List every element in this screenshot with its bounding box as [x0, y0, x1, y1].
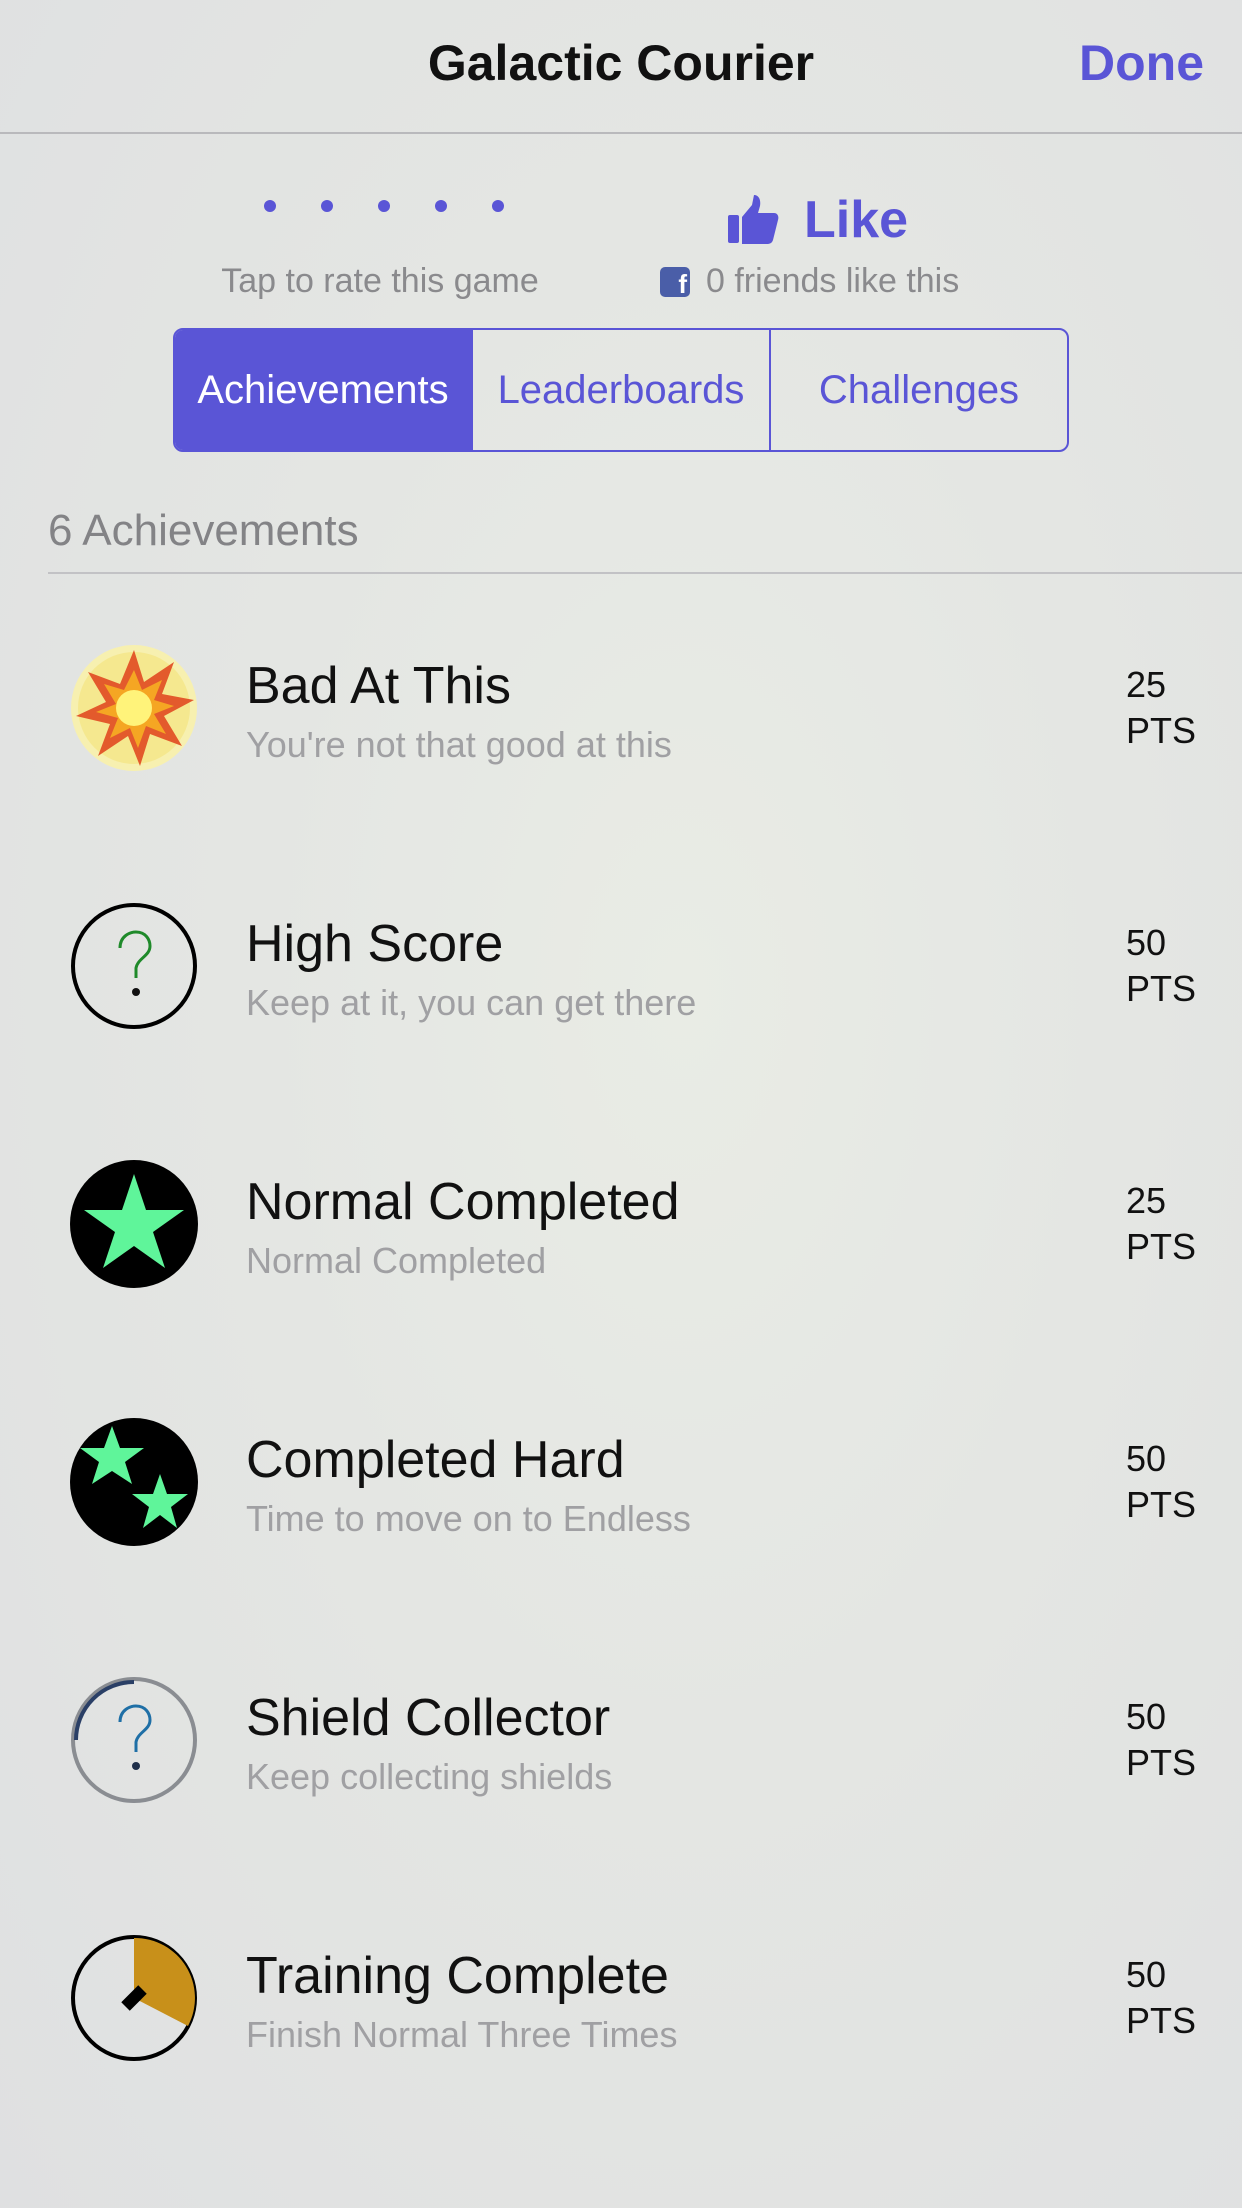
points-unit: PTS — [1126, 1484, 1197, 1525]
points-unit: PTS — [1126, 1226, 1197, 1267]
achievement-description: Keep collecting shields — [246, 1756, 613, 1797]
achievement-points: 50 PTS — [1126, 1952, 1196, 2044]
points-unit: PTS — [1126, 968, 1197, 1009]
progress-pie-icon — [71, 1935, 197, 2061]
achievement-points: 25 PTS — [1126, 1178, 1196, 1270]
like-button[interactable]: Like — [726, 186, 908, 254]
achievement-row[interactable]: High Score Keep at it, you can get there… — [0, 832, 1242, 1090]
friends-like-status: f 0 friends like this — [660, 262, 959, 301]
tab-leaderboards[interactable]: Leaderboards — [471, 330, 769, 450]
friends-like-text: 0 friends like this — [706, 262, 960, 300]
two-stars-icon — [70, 1418, 198, 1546]
points-unit: PTS — [1126, 2000, 1197, 2041]
points-value: 50 — [1126, 922, 1167, 963]
achievement-description: Keep at it, you can get there — [246, 982, 697, 1023]
facebook-icon: f — [660, 266, 690, 297]
achievement-title: Normal Completed — [246, 1173, 680, 1231]
section-tabs: Achievements Leaderboards Challenges — [173, 328, 1069, 452]
points-unit: PTS — [1126, 1742, 1197, 1783]
rating-dot[interactable] — [321, 200, 333, 212]
points-unit: PTS — [1126, 710, 1197, 751]
achievement-description: Finish Normal Three Times — [246, 2014, 678, 2055]
achievements-list: Bad At This You're not that good at this… — [0, 574, 1242, 2122]
points-value: 25 — [1126, 664, 1167, 705]
achievements-count-header: 6 Achievements — [48, 506, 359, 555]
star-icon — [70, 1160, 198, 1288]
explosion-icon — [71, 645, 197, 771]
rating-dot[interactable] — [378, 200, 390, 212]
achievement-points: 50 PTS — [1126, 1694, 1196, 1786]
like-label: Like — [804, 191, 909, 249]
achievement-title: Bad At This — [246, 657, 511, 715]
achievement-row[interactable]: Training Complete Finish Normal Three Ti… — [0, 1864, 1242, 2122]
page-title: Galactic Courier — [427, 35, 815, 91]
done-button[interactable]: Done — [1079, 34, 1204, 92]
achievement-description: Time to move on to Endless — [246, 1498, 691, 1539]
achievement-points: 50 PTS — [1126, 1436, 1196, 1528]
question-mark-icon — [71, 903, 197, 1029]
achievement-row[interactable]: Completed Hard Time to move on to Endles… — [0, 1348, 1242, 1606]
points-value: 50 — [1126, 1696, 1167, 1737]
achievement-row[interactable]: Shield Collector Keep collecting shields… — [0, 1606, 1242, 1864]
achievement-title: Completed Hard — [246, 1431, 625, 1489]
rating-dots[interactable] — [264, 200, 504, 220]
tab-achievements[interactable]: Achievements — [175, 330, 471, 450]
achievement-title: Shield Collector — [246, 1689, 611, 1747]
rating-dot[interactable] — [492, 200, 504, 212]
rate-game-label: Tap to rate this game — [221, 262, 539, 300]
points-value: 50 — [1126, 1954, 1167, 1995]
thumbs-up-icon — [728, 195, 779, 244]
tab-challenges[interactable]: Challenges — [769, 330, 1067, 450]
points-value: 25 — [1126, 1180, 1167, 1221]
achievement-description: Normal Completed — [246, 1240, 547, 1281]
achievement-description: You're not that good at this — [246, 724, 672, 765]
achievement-row[interactable]: Normal Completed Normal Completed 25 PTS — [0, 1090, 1242, 1348]
rating-dot[interactable] — [264, 200, 276, 212]
achievement-row[interactable]: Bad At This You're not that good at this… — [0, 574, 1242, 832]
achievement-title: Training Complete — [246, 1947, 669, 2005]
achievement-title: High Score — [246, 915, 504, 973]
question-mark-icon — [71, 1677, 197, 1803]
rating-dot[interactable] — [435, 200, 447, 212]
points-value: 50 — [1126, 1438, 1167, 1479]
achievement-points: 50 PTS — [1126, 920, 1196, 1012]
achievement-points: 25 PTS — [1126, 662, 1196, 754]
navigation-bar: Galactic Courier Done — [0, 0, 1242, 134]
